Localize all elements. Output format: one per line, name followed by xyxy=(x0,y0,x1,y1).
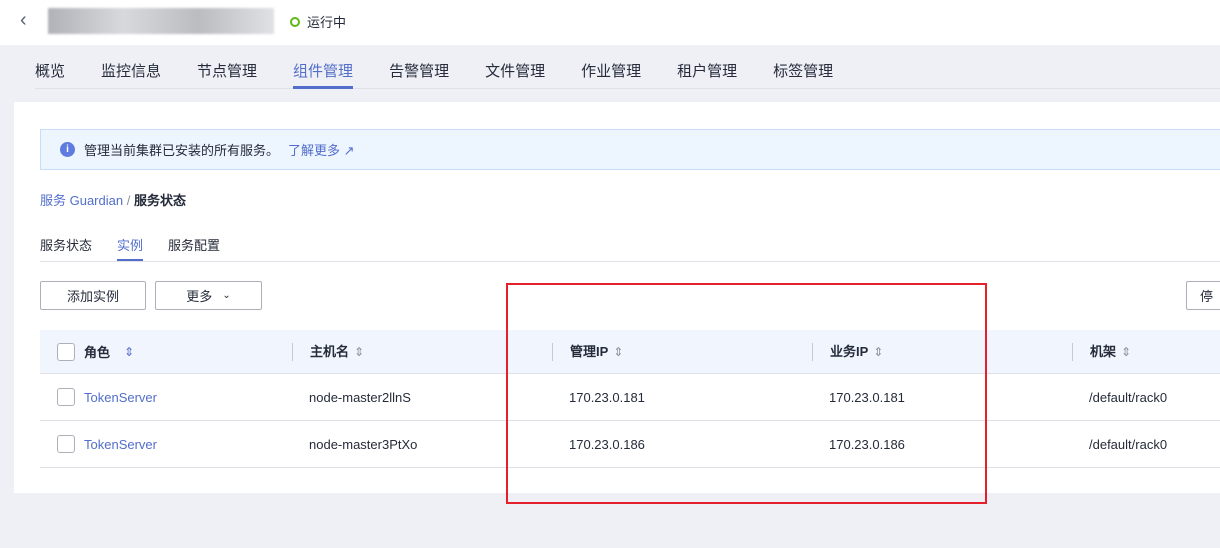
sort-icon[interactable]: ⇕ xyxy=(1121,345,1131,359)
sort-icon[interactable]: ⇕ xyxy=(124,345,134,359)
subtab-instances[interactable]: 实例 xyxy=(117,226,144,261)
breadcrumb: 服务 Guardian / 服务状态 xyxy=(40,190,186,209)
info-text: 管理当前集群已安装的所有服务。 xyxy=(84,143,280,158)
more-label: 更多 xyxy=(186,289,213,304)
row-checkbox[interactable] xyxy=(57,388,75,406)
back-icon[interactable]: ‹ xyxy=(20,9,27,32)
breadcrumb-current: 服务状态 xyxy=(133,193,186,208)
learn-more-label: 了解更多 xyxy=(288,143,341,158)
info-icon: i xyxy=(60,142,75,157)
highlight-box xyxy=(506,283,987,504)
col-hostname: 主机名 xyxy=(310,343,350,359)
tab-files[interactable]: 文件管理 xyxy=(485,45,545,89)
info-banner: i 管理当前集群已安装的所有服务。 了解更多 ↗ xyxy=(40,129,1220,170)
col-role: 角色 xyxy=(84,345,111,360)
subtab-service-status[interactable]: 服务状态 xyxy=(40,226,92,261)
breadcrumb-separator: / xyxy=(126,193,131,208)
learn-more-link[interactable]: 了解更多 ↗ xyxy=(288,140,355,159)
chevron-down-icon: ⌄ xyxy=(222,290,231,301)
sub-tabs: 服务状态 实例 服务配置 xyxy=(40,226,1220,262)
rack-cell: /default/rack0 xyxy=(1089,389,1168,405)
status-text: 运行中 xyxy=(307,15,347,30)
add-instance-label: 添加实例 xyxy=(66,289,119,304)
tab-tenants[interactable]: 租户管理 xyxy=(677,45,737,89)
main-tabs: 概览 监控信息 节点管理 组件管理 告警管理 文件管理 作业管理 租户管理 标签… xyxy=(35,45,1220,89)
add-instance-button[interactable]: 添加实例 xyxy=(40,281,146,310)
select-all-checkbox[interactable] xyxy=(57,342,75,361)
subtab-service-config[interactable]: 服务配置 xyxy=(168,226,220,261)
sort-icon[interactable]: ⇕ xyxy=(354,345,364,359)
more-button[interactable]: 更多 ⌄ xyxy=(155,281,262,310)
rack-cell: /default/rack0 xyxy=(1089,436,1168,452)
tab-components[interactable]: 组件管理 xyxy=(293,45,354,89)
role-link[interactable]: TokenServer xyxy=(84,390,157,405)
role-link[interactable]: TokenServer xyxy=(84,437,157,452)
cluster-status: 运行中 xyxy=(290,12,346,31)
tab-nodes[interactable]: 节点管理 xyxy=(197,45,257,89)
cluster-name-redacted xyxy=(48,8,274,34)
tab-monitoring[interactable]: 监控信息 xyxy=(101,45,161,89)
tab-jobs[interactable]: 作业管理 xyxy=(581,45,641,89)
status-dot-icon xyxy=(290,16,300,27)
row-checkbox[interactable] xyxy=(57,435,75,453)
breadcrumb-service[interactable]: 服务 Guardian xyxy=(40,193,123,208)
tab-alarms[interactable]: 告警管理 xyxy=(389,45,449,89)
tab-overview[interactable]: 概览 xyxy=(35,45,65,89)
col-rack: 机架 xyxy=(1090,343,1117,359)
header-bar: ‹ 运行中 xyxy=(0,0,1220,45)
external-link-icon: ↗ xyxy=(343,143,355,158)
stop-label: 停 xyxy=(1200,289,1214,304)
stop-button[interactable]: 停 xyxy=(1186,281,1220,310)
tab-tags[interactable]: 标签管理 xyxy=(773,45,833,89)
